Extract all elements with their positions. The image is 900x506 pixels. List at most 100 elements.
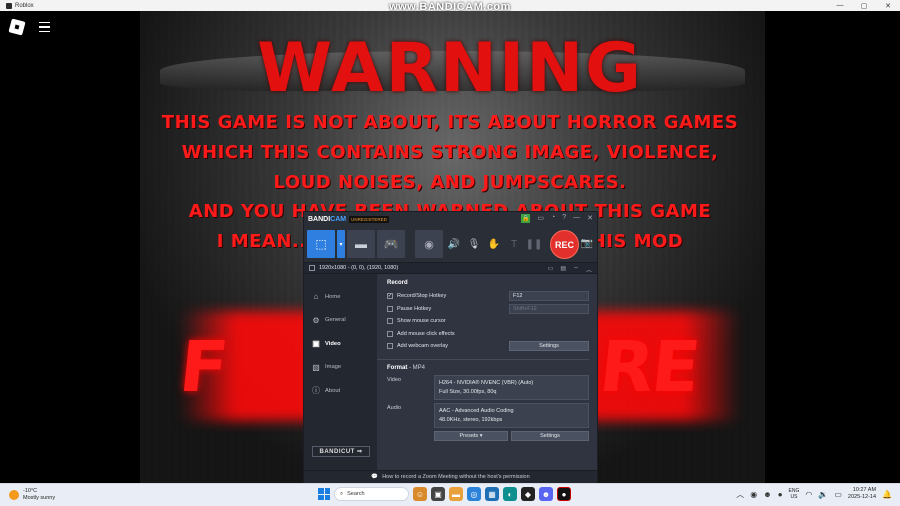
pause-hotkey-field[interactable]: Shift+F12	[509, 303, 589, 314]
nav-image[interactable]: ▧ Image	[304, 356, 377, 380]
nav-video[interactable]: ▣ Video	[304, 332, 377, 356]
bandicam-status-bar[interactable]: 💬 How to record a Zoom Meeting without t…	[304, 470, 597, 483]
taskbar-search[interactable]: ⌕ Search	[334, 487, 409, 501]
lock-icon[interactable]: 🔒	[521, 214, 531, 223]
video-quality-text: Full Size, 30.00fps, 80q	[439, 388, 497, 395]
pause-icon[interactable]: ❚❚	[525, 230, 543, 258]
resolution-checkbox[interactable]	[309, 265, 315, 271]
wifi-icon[interactable]: ◠	[805, 490, 812, 499]
warning-title: WARNING	[257, 29, 643, 108]
show-cursor-checkbox[interactable]	[387, 318, 393, 325]
format-audio-box[interactable]: AAC - Advanced Audio Coding 48.0KHz, ste…	[434, 402, 589, 428]
record-section-title: Record	[387, 280, 408, 286]
bandicam-taskbar-icon[interactable]: ●	[557, 487, 571, 501]
tray-bandicam-icon[interactable]: ●	[778, 490, 783, 499]
bandicam-titlebar: BANDICAM UNREGISTERED 🔒 ▭ ◔ ? — ✕	[304, 212, 597, 226]
option-click-effects[interactable]: Add mouse click effects	[387, 328, 589, 341]
store-icon[interactable]: ▦	[485, 487, 499, 501]
bandicut-button[interactable]: BANDICUT ⇒	[312, 446, 370, 457]
status-tip-text: How to record a Zoom Meeting without the…	[382, 474, 530, 480]
search-placeholder: Search	[347, 491, 365, 497]
tray-discord-icon[interactable]: ☻	[763, 490, 771, 499]
battery-icon[interactable]: ▭	[834, 490, 842, 499]
microphone-icon[interactable]: 🎙	[465, 230, 483, 258]
nav-general[interactable]: ⚙ General	[304, 309, 377, 333]
notification-bell-icon[interactable]: 🔔	[882, 490, 892, 499]
tray-chevron-icon[interactable]: ︿	[736, 489, 744, 500]
nav-image-label: Image	[325, 364, 342, 371]
volume-icon[interactable]: 🔉	[818, 490, 828, 499]
text-icon[interactable]: T	[505, 230, 523, 258]
lang-region: US	[790, 494, 798, 500]
option-record-hotkey[interactable]: ✓ Record/Stop Hotkey F12	[387, 290, 589, 303]
clock-time: 10:27 AM	[852, 487, 877, 493]
bandicam-sidebar: ⌂ Home ⚙ General ▣ Video ▧ Image ⓘ About BAND…	[304, 274, 377, 470]
taskbar-clock[interactable]: 10:27 AM 2025-12-14	[848, 487, 876, 501]
resize-icon[interactable]: ⇔	[573, 265, 579, 274]
resolution-tools: ▭ ▤ ⇔ ︿	[548, 265, 592, 274]
discord-icon[interactable]: ☻	[539, 487, 553, 501]
task-view-icon[interactable]: ▣	[431, 487, 445, 501]
help-icon[interactable]: ?	[562, 214, 566, 223]
record-hotkey-label: Record/Stop Hotkey	[397, 293, 447, 300]
warning-line-2: WHICH THIS CONTAINS STRONG IMAGE, VIOLEN…	[181, 142, 719, 163]
widget-app-icon[interactable]: ☺	[413, 487, 427, 501]
minimize-icon[interactable]: —	[573, 214, 580, 223]
speaker-icon[interactable]: 🔊	[445, 230, 463, 258]
windows-start-icon[interactable]	[318, 488, 330, 500]
webcam-icon[interactable]: ◉	[415, 230, 443, 258]
device-mode-button[interactable]: ▬	[347, 230, 375, 258]
record-hotkey-field[interactable]: F12	[509, 291, 589, 302]
folder-icon[interactable]: ▭	[537, 214, 544, 223]
language-indicator[interactable]: ENG US	[789, 488, 800, 500]
collapse-icon[interactable]: ︿	[586, 265, 592, 274]
cursor-icon[interactable]: ✋	[485, 230, 503, 258]
weather-desc: Mostly sunny	[23, 495, 56, 501]
taskbar: -10°C Mostly sunny ⌕ Search ☺ ▣ ▬ ◎ ▦ ◐ …	[0, 483, 900, 506]
clock-date: 2025-12-14	[847, 494, 877, 500]
nav-home-label: Home	[325, 293, 341, 300]
format-section-title: Format - MP4	[387, 365, 589, 371]
nav-video-label: Video	[325, 340, 341, 347]
roblox-taskbar-icon[interactable]: ◆	[521, 487, 535, 501]
record-hotkey-checkbox[interactable]: ✓	[387, 293, 393, 300]
nav-general-label: General	[325, 317, 346, 324]
format-video-box[interactable]: H264 - NVIDIA® NVENC (VBR) (Auto) Full S…	[434, 374, 589, 400]
mode-dropdown-icon[interactable]: ▾	[337, 230, 345, 258]
audio-codec-text: AAC - Advanced Audio Coding	[439, 407, 514, 414]
option-show-cursor[interactable]: Show mouse cursor	[387, 315, 589, 328]
edge-icon[interactable]: ◐	[503, 487, 517, 501]
gear-icon: ⚙	[312, 315, 320, 325]
nav-about[interactable]: ⓘ About	[304, 379, 377, 403]
weather-widget[interactable]: -10°C Mostly sunny	[9, 488, 55, 502]
section-divider	[377, 358, 589, 360]
format-settings-button[interactable]: Settings	[511, 430, 589, 441]
option-webcam-overlay[interactable]: Add webcam overlay Settings	[387, 340, 589, 353]
presets-button[interactable]: Presets ▾	[434, 430, 508, 441]
nav-home[interactable]: ⌂ Home	[304, 285, 377, 309]
option-pause-hotkey[interactable]: Pause Hotkey Shift+F12	[387, 303, 589, 316]
bandicam-logo: BANDICAM	[308, 215, 347, 223]
pause-hotkey-checkbox[interactable]	[387, 305, 393, 312]
click-effects-checkbox[interactable]	[387, 330, 393, 337]
window-icon[interactable]: ▤	[560, 265, 566, 274]
format-video-row: Video H264 - NVIDIA® NVENC (VBR) (Auto) …	[387, 374, 589, 402]
tray-app-icon[interactable]: ◉	[750, 490, 757, 499]
format-video-label: Video	[387, 376, 401, 383]
file-explorer-icon[interactable]: ▬	[449, 487, 463, 501]
webcam-overlay-checkbox[interactable]	[387, 343, 393, 350]
video-icon[interactable]: ▭	[548, 265, 554, 274]
rec-button[interactable]: REC	[550, 230, 579, 259]
clock-icon[interactable]: ◔	[551, 214, 555, 223]
bandicam-title-icons: 🔒 ▭ ◔ ? — ✕	[521, 214, 593, 223]
screen-mode-button[interactable]: ⬚	[307, 230, 335, 258]
game-mode-button[interactable]: 🎮	[377, 230, 405, 258]
record-settings-button[interactable]: Settings	[509, 341, 589, 352]
image-icon: ▧	[312, 362, 320, 372]
home-icon: ⌂	[313, 292, 319, 302]
big-text-right: RE	[595, 326, 703, 408]
camera-icon[interactable]: 📷	[581, 238, 593, 249]
weather-temp: -10°C	[23, 488, 38, 494]
chrome-icon[interactable]: ◎	[467, 487, 481, 501]
close-icon[interactable]: ✕	[587, 214, 593, 223]
